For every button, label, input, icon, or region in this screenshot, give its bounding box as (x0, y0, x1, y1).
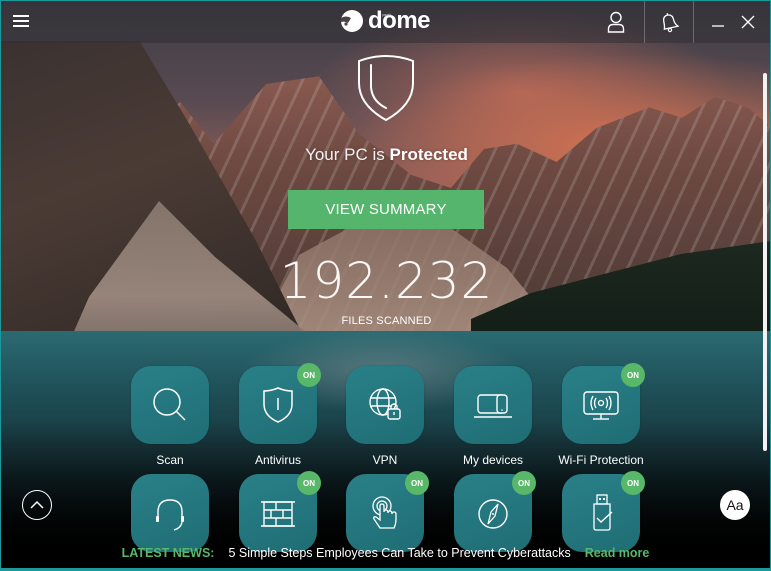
touch-icon (372, 496, 397, 529)
minimize-button[interactable] (707, 1, 729, 43)
bottom-border (1, 568, 770, 570)
news-headline-link[interactable]: 5 Simple Steps Employees Can Take to Pre… (228, 546, 570, 560)
scrollbar[interactable] (763, 73, 767, 451)
files-scanned-count: 192.232 (1, 252, 770, 310)
feature-label-vpn: VPN (372, 453, 398, 467)
read-more-link[interactable]: Read more (585, 546, 650, 560)
feature-label-wifi-protection: Wi-Fi Protection (558, 453, 644, 467)
files-count-value: 192.232 (279, 252, 494, 310)
bell-icon (663, 13, 679, 33)
scroll-up-button[interactable] (22, 490, 52, 520)
header-bar: panda dome (1, 1, 770, 43)
menu-button[interactable] (13, 15, 29, 28)
account-button[interactable] (591, 1, 641, 43)
feature-label-my-devices: My devices (462, 453, 524, 467)
close-icon (741, 15, 755, 29)
protection-shield-icon (358, 54, 414, 122)
feature-tile-my-devices[interactable] (454, 366, 532, 444)
feature-label-scan: Scan (156, 453, 184, 467)
user-icon (607, 11, 625, 33)
usb-on-badge: ON (621, 471, 645, 495)
notifications-button[interactable] (644, 1, 694, 43)
hamburger-icon (13, 15, 29, 17)
feature-label-antivirus: Antivirus (254, 453, 301, 467)
panda-logo-icon (341, 10, 363, 32)
news-bar: LATEST NEWS: 5 Simple Steps Employees Ca… (1, 539, 770, 567)
touch-on-badge: ON (405, 471, 429, 495)
feature-tile-vpn[interactable] (346, 366, 424, 444)
hamburger-icon-line (13, 20, 29, 22)
globe-lock-icon (369, 388, 401, 420)
status-prefix: Your PC is (305, 145, 390, 164)
wifi-protection-on-badge: ON (621, 363, 645, 387)
devices-icon (474, 394, 512, 418)
feature-tile-scan[interactable] (131, 366, 209, 444)
firewall-icon (261, 501, 295, 527)
brand-name: panda dome (368, 7, 431, 34)
wifi-monitor-icon (583, 391, 619, 420)
chevron-up-icon (30, 500, 44, 509)
protection-status: Your PC is Protected (1, 145, 770, 165)
shield-icon (263, 387, 293, 423)
app-window: panda dome Your PC is Protected VIEW SUM… (0, 0, 771, 571)
headset-icon (156, 499, 184, 531)
usb-check-icon (593, 494, 613, 531)
news-label: LATEST NEWS: (121, 546, 215, 560)
status-state: Protected (389, 145, 468, 164)
brand-small: panda (382, 12, 391, 17)
search-icon (153, 388, 186, 421)
browsing-on-badge: ON (512, 471, 536, 495)
app-logo: panda dome (340, 7, 431, 34)
view-summary-button[interactable]: VIEW SUMMARY (288, 190, 484, 229)
brand-text: dome (368, 7, 431, 34)
files-scanned-label: FILES SCANNED (341, 315, 432, 327)
antivirus-on-badge: ON (297, 363, 321, 387)
compass-icon (478, 499, 508, 529)
firewall-on-badge: ON (297, 471, 321, 495)
close-button[interactable] (737, 1, 759, 43)
font-size-button[interactable]: Aa (720, 490, 750, 520)
minimize-icon (712, 25, 724, 27)
hamburger-icon-line (13, 25, 29, 27)
